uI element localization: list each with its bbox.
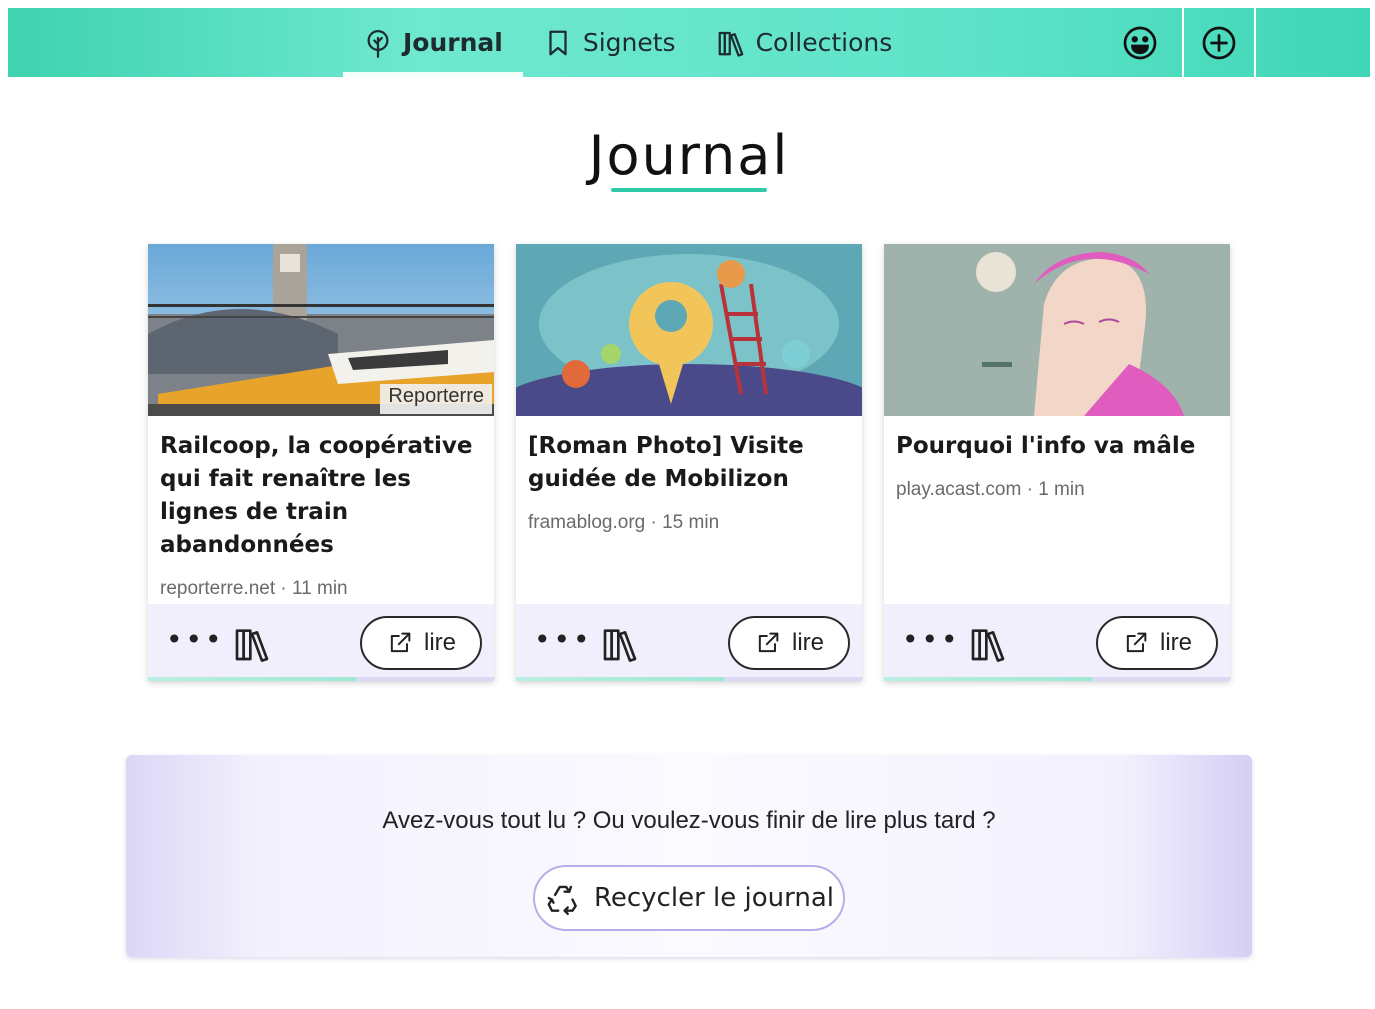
add-to-collection-icon[interactable] (600, 624, 640, 664)
read-progress-bar (884, 677, 1092, 681)
top-navigation-bar: Journal Signets Collections (8, 8, 1370, 77)
books-icon (718, 31, 743, 57)
tree-icon (367, 29, 389, 58)
card-footer: ••• lire (148, 604, 494, 681)
article-thumbnail[interactable] (884, 244, 1230, 416)
smiley-icon (1123, 26, 1157, 59)
card-footer: ••• lire (884, 604, 1230, 681)
article-card[interactable]: [Roman Photo] Visite guidée de Mobilizon… (516, 244, 862, 681)
main-nav: Journal Signets Collections (343, 8, 912, 77)
more-options-button[interactable]: ••• (534, 626, 593, 654)
article-meta: framablog.org · 15 min (528, 512, 720, 533)
more-options-button[interactable]: ••• (166, 626, 225, 654)
recycle-button-label: Recycler le journal (593, 883, 834, 913)
article-thumbnail[interactable] (516, 244, 862, 416)
read-button-label: lire (423, 629, 456, 656)
card-body: [Roman Photo] Visite guidée de Mobilizon… (516, 416, 862, 534)
read-progress-bar (516, 677, 724, 681)
plus-circle-icon (1202, 26, 1236, 59)
bookmark-icon (549, 30, 567, 55)
recycle-icon (547, 885, 577, 916)
recycle-prompt-text: Avez-vous tout lu ? Ou voulez-vous finir… (382, 807, 996, 834)
article-title[interactable]: Pourquoi l'info va mâle (896, 430, 1218, 463)
article-card[interactable]: Reporterre Railcoop, la coopérative qui … (148, 244, 494, 681)
nav-tab-collections[interactable]: Collections (696, 8, 913, 77)
read-button-label: lire (791, 629, 824, 656)
read-button[interactable]: lire (360, 616, 482, 670)
article-title[interactable]: [Roman Photo] Visite guidée de Mobilizon (528, 430, 850, 496)
card-body: Railcoop, la coopérative qui fait renaît… (148, 416, 494, 600)
podcast-cover-image (884, 244, 1230, 416)
external-link-icon (390, 632, 411, 653)
add-button[interactable] (1182, 8, 1256, 77)
article-thumbnail[interactable]: Reporterre (148, 244, 494, 416)
add-to-collection-icon[interactable] (232, 624, 272, 664)
article-card[interactable]: Pourquoi l'info va mâle play.acast.com ·… (884, 244, 1230, 681)
source-logo: Reporterre (388, 385, 484, 407)
external-link-icon (1126, 632, 1147, 653)
external-link-icon (758, 632, 779, 653)
recycle-journal-button[interactable]: Recycler le journal (533, 865, 845, 931)
card-footer: ••• lire (516, 604, 862, 681)
title-underline (611, 188, 767, 192)
nav-tab-label: Signets (582, 28, 676, 57)
nav-tab-label: Journal (403, 28, 503, 57)
nav-tab-signets[interactable]: Signets (523, 8, 696, 77)
mobilizon-illustration (516, 244, 862, 416)
read-button[interactable]: lire (728, 616, 850, 670)
page-title: Journal (588, 124, 790, 187)
read-progress-bar (148, 677, 356, 681)
account-button[interactable] (1104, 8, 1176, 77)
app-window: Journal Signets Collections Journal Repo… (8, 8, 1370, 1009)
read-button-label: lire (1159, 629, 1192, 656)
more-options-button[interactable]: ••• (902, 626, 961, 654)
nav-tab-journal[interactable]: Journal (343, 8, 523, 77)
article-meta: reporterre.net · 11 min (160, 578, 348, 599)
add-to-collection-icon[interactable] (968, 624, 1008, 664)
nav-tab-label: Collections (755, 28, 893, 57)
article-meta: play.acast.com · 1 min (896, 479, 1085, 500)
card-body: Pourquoi l'info va mâle play.acast.com ·… (884, 416, 1230, 501)
recycle-panel: Avez-vous tout lu ? Ou voulez-vous finir… (126, 755, 1252, 957)
article-title[interactable]: Railcoop, la coopérative qui fait renaît… (160, 430, 482, 562)
read-button[interactable]: lire (1096, 616, 1218, 670)
